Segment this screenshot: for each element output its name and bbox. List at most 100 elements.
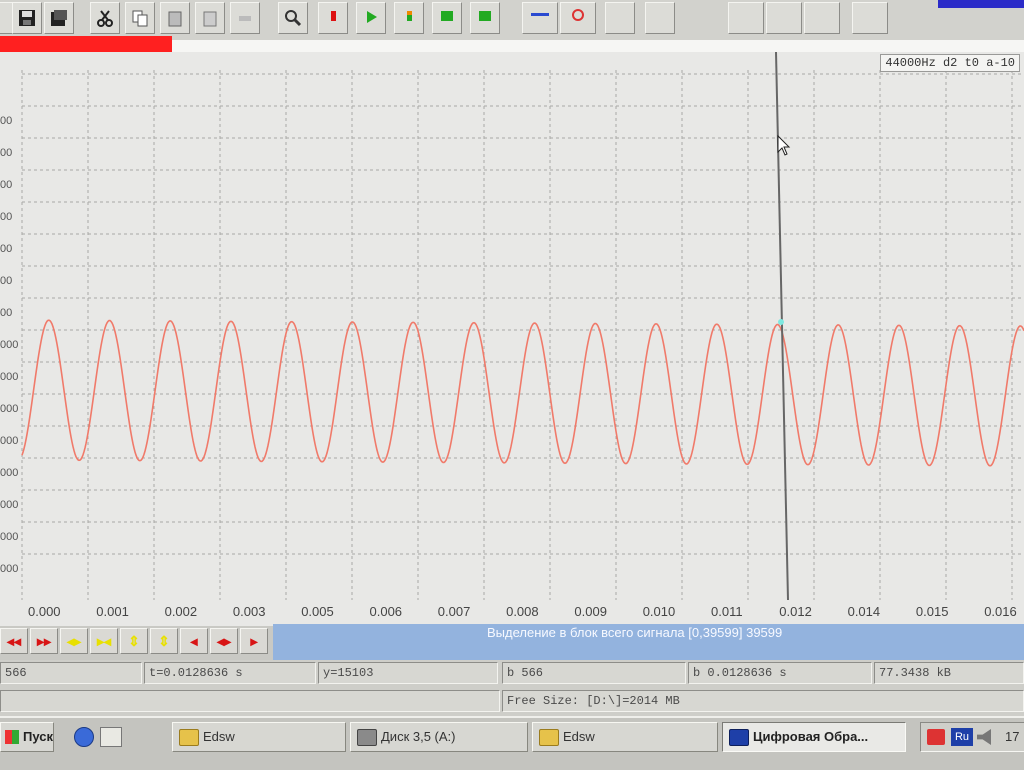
- settings-icon[interactable]: [645, 2, 675, 34]
- x-tick-label: 0.002: [165, 604, 198, 619]
- task-label: Edsw: [203, 729, 235, 744]
- title-bar-fragment: [938, 0, 1024, 8]
- task-label: Диск 3,5 (A:): [381, 729, 456, 744]
- y-tick-label: 00: [0, 275, 12, 287]
- status-file-size: 77.3438 kB: [874, 662, 1024, 684]
- internet-explorer-icon[interactable]: [74, 727, 94, 747]
- save-icon[interactable]: [12, 2, 42, 34]
- extra-icon[interactable]: [852, 2, 888, 34]
- y-tick-label: 000: [0, 339, 18, 351]
- save-as-icon[interactable]: [44, 2, 74, 34]
- waveform-icon[interactable]: [522, 2, 558, 34]
- x-tick-label: 0.006: [370, 604, 403, 619]
- x-tick-label: 0.010: [643, 604, 676, 619]
- y-tick-label: 000: [0, 531, 18, 543]
- status-free-size: Free Size: [D:\]=2014 MB: [502, 690, 1024, 712]
- x-tick-label: 0.001: [96, 604, 129, 619]
- x-tick-label: 0.014: [848, 604, 881, 619]
- start-button[interactable]: Пуск: [0, 722, 54, 752]
- undo-icon[interactable]: [230, 2, 260, 34]
- record-icon[interactable]: [394, 2, 424, 34]
- status-time: t=0.0128636 s: [144, 662, 316, 684]
- task-edsw-1[interactable]: Edsw: [172, 722, 346, 752]
- start-label: Пуск: [23, 729, 53, 744]
- stop-icon[interactable]: [318, 2, 348, 34]
- y-tick-label: 00: [0, 179, 12, 191]
- x-tick-label: 0.011: [711, 604, 743, 619]
- status-sample-index: 566: [0, 662, 142, 684]
- x-tick-label: 0.009: [574, 604, 607, 619]
- x-tick-label: 0.015: [916, 604, 949, 619]
- play-icon[interactable]: [356, 2, 386, 34]
- play-selection-icon[interactable]: [432, 2, 462, 34]
- cursor-marker: [778, 319, 784, 325]
- y-tick-label: 000: [0, 435, 18, 447]
- task-digital-processing[interactable]: Цифровая Обра...: [722, 722, 906, 752]
- scroll-center-icon[interactable]: ◂▸: [210, 628, 238, 654]
- task-floppy-a[interactable]: Диск 3,5 (A:): [350, 722, 528, 752]
- info-icon[interactable]: [728, 2, 764, 34]
- folder-icon: [539, 729, 559, 746]
- waveform-line: [21, 319, 1024, 467]
- rewind-icon[interactable]: ◂◂: [0, 628, 28, 654]
- y-tick-label: 000: [0, 563, 18, 575]
- volume-icon[interactable]: [977, 729, 991, 745]
- y-tick-label: 00: [0, 211, 12, 223]
- y-tick-label: 000: [0, 371, 18, 383]
- x-tick-label: 0.007: [438, 604, 471, 619]
- y-tick-label: 000: [0, 499, 18, 511]
- floppy-icon: [357, 729, 377, 746]
- y-tick-label: 000: [0, 403, 18, 415]
- paste-icon[interactable]: [160, 2, 190, 34]
- cut-icon[interactable]: [90, 2, 120, 34]
- paste-special-icon[interactable]: [195, 2, 225, 34]
- status-block-time: b 0.0128636 s: [688, 662, 872, 684]
- loop-icon[interactable]: [470, 2, 500, 34]
- help-icon[interactable]: [766, 2, 802, 34]
- system-tray: Ru 17: [920, 722, 1024, 752]
- y-tick-label: 00: [0, 243, 12, 255]
- spectrum-icon[interactable]: [560, 2, 596, 34]
- x-tick-label: 0.016: [984, 604, 1017, 619]
- x-tick-label: 0.005: [301, 604, 334, 619]
- position-cursor: [775, 52, 789, 601]
- mouse-pointer-icon: [777, 134, 791, 156]
- y-tick-label: 00: [0, 147, 12, 159]
- shrink-horizontal-icon[interactable]: ▸◂: [90, 628, 118, 654]
- x-tick-label: 0.008: [506, 604, 539, 619]
- expand-vertical-icon[interactable]: ⇕: [120, 628, 148, 654]
- shrink-vertical-icon[interactable]: ⇕: [150, 628, 178, 654]
- language-indicator[interactable]: Ru: [951, 728, 973, 746]
- task-label: Edsw: [563, 729, 595, 744]
- app-icon: [729, 729, 749, 746]
- folder-icon: [179, 729, 199, 746]
- toolbar: [0, 0, 1024, 41]
- status-panel: 566 t=0.0128636 s y=15103 b 566 b 0.0128…: [0, 660, 1024, 716]
- y-tick-label: 000: [0, 467, 18, 479]
- x-tick-label: 0.003: [233, 604, 266, 619]
- marker-icon[interactable]: [605, 2, 635, 34]
- scroll-right-icon[interactable]: ▸: [240, 628, 268, 654]
- expand-horizontal-icon[interactable]: ◂▸: [60, 628, 88, 654]
- copy-icon[interactable]: [125, 2, 155, 34]
- status-block-start: b 566: [502, 662, 686, 684]
- x-tick-label: 0.000: [28, 604, 61, 619]
- desktop-icon[interactable]: [100, 727, 122, 747]
- task-label: Цифровая Обра...: [753, 729, 869, 744]
- selection-info-text: Выделение в блок всего сигнала [0,39599]…: [487, 625, 783, 640]
- clock: 17: [1005, 729, 1020, 744]
- scroll-left-icon[interactable]: ◂: [180, 628, 208, 654]
- y-tick-label: 00: [0, 307, 12, 319]
- status-amplitude: y=15103: [318, 662, 498, 684]
- status-empty-field: [0, 690, 500, 712]
- fast-forward-icon[interactable]: ▸▸: [30, 628, 58, 654]
- options-icon[interactable]: [804, 2, 840, 34]
- waveform-chart[interactable]: 000000000000000000000000000000000000000.…: [0, 52, 1024, 626]
- taskbar: Пуск Edsw Диск 3,5 (A:) Edsw Цифровая Об…: [0, 716, 1024, 770]
- selection-info-banner: Выделение в блок всего сигнала [0,39599]…: [273, 624, 1024, 660]
- sample-format-label: 44000Hz d2 t0 a-10: [880, 54, 1020, 72]
- windows-logo-icon: [5, 730, 19, 744]
- tray-app-icon[interactable]: [927, 729, 945, 745]
- zoom-icon[interactable]: [278, 2, 308, 34]
- task-edsw-2[interactable]: Edsw: [532, 722, 718, 752]
